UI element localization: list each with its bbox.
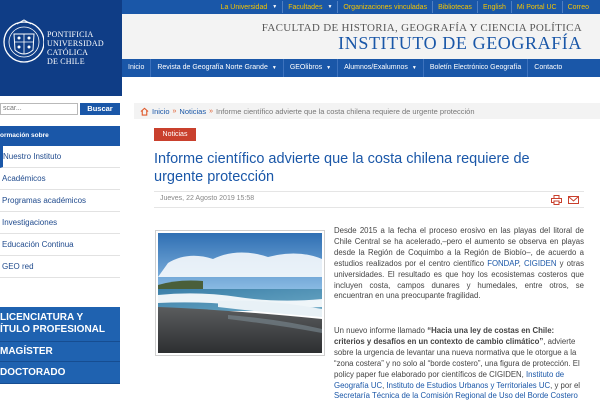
nav-geolibros[interactable]: GEOlibros ▼ (282, 59, 337, 77)
sidebar-item-investigaciones[interactable]: Investigaciones (0, 212, 120, 234)
nav-inicio[interactable]: Inicio (122, 59, 150, 77)
chevron-down-icon: ▼ (271, 65, 277, 71)
chevron-down-icon: ▼ (411, 65, 417, 71)
top-links: La Universidad ▼ Facultades ▼ Organizacion… (216, 1, 594, 13)
doctorado-button[interactable]: DOCTORADO (0, 362, 120, 384)
search-button[interactable]: Buscar (80, 103, 120, 115)
breadcrumb-home[interactable]: Inicio (152, 107, 170, 116)
chevron-down-icon: ▼ (327, 4, 333, 10)
top-link-organizaciones[interactable]: Organizaciones vinculadas (337, 1, 432, 13)
search-input[interactable]: scar... (0, 103, 78, 115)
top-link-universidad[interactable]: La Universidad ▼ (216, 1, 283, 13)
nav-boletin[interactable]: Boletín Electrónico Geografía (422, 59, 527, 77)
sidebar-title: ormación sobre (0, 126, 120, 146)
sidebar-item-nuestro-instituto[interactable]: Nuestro Instituto (0, 146, 120, 168)
nav-contacto[interactable]: Contacto (527, 59, 568, 77)
sidebar-item-geo-red[interactable]: GEO red (0, 256, 120, 278)
chevron-down-icon: ▼ (326, 65, 332, 71)
cigiden-link[interactable]: CIGIDEN (524, 259, 557, 268)
magister-button[interactable]: MAGÍSTER (0, 342, 120, 362)
breadcrumb-noticias[interactable]: Noticias (179, 107, 206, 116)
print-icon[interactable] (551, 195, 562, 205)
article-meta: Jueves, 22 Agosto 2019 15:58 (154, 191, 584, 208)
chevron-down-icon: ▼ (272, 4, 278, 10)
chevron-right-icon: » (209, 107, 214, 115)
article-paragraph-1: Desde 2015 a la fecha el proceso erosivo… (334, 226, 584, 301)
email-icon[interactable] (568, 195, 579, 205)
fondap-link[interactable]: FONDAP (487, 259, 518, 268)
sidebar-item-academicos[interactable]: Académicos (0, 168, 120, 190)
secretaria-tecnica-link[interactable]: Secretaría Técnica de la Comisión Region… (334, 391, 578, 400)
sidebar-item-programas[interactable]: Programas académicos (0, 190, 120, 212)
sidebar-item-educacion-continua[interactable]: Educación Continua (0, 234, 120, 256)
top-link-correo[interactable]: Correo (561, 1, 594, 13)
nav-revista[interactable]: Revista de Geografía Norte Grande ▼ (150, 59, 282, 77)
university-logo[interactable]: PONTIFICIA UNIVERSIDAD CATÓLICA DE CHILE (0, 0, 122, 96)
search-bar: scar... Buscar (0, 103, 120, 115)
main-nav: Inicio Revista de Geografía Norte Grande… (122, 59, 600, 77)
article-date: Jueves, 22 Agosto 2019 15:58 (160, 195, 255, 202)
top-link-bibliotecas[interactable]: Bibliotecas (432, 1, 477, 13)
university-seal-icon (3, 19, 44, 63)
sidebar-menu: Nuestro Instituto Académicos Programas a… (0, 146, 120, 278)
licenciatura-button[interactable]: LICENCIATURA Y ÍTULO PROFESIONAL (0, 307, 120, 342)
institute-name[interactable]: INSTITUTO DE GEOGRAFÍA (338, 33, 582, 54)
top-link-mi-portal[interactable]: Mi Portal UC (510, 1, 562, 13)
instituto-estudios-urbanos-link[interactable]: Instituto de Estudios Urbanos y Territor… (386, 381, 550, 390)
article-paragraph-2: Un nuevo informe llamado “Hacia una ley … (154, 326, 584, 400)
article-title: Informe científico advierte que la costa… (154, 151, 530, 185)
site-header: FACULTAD DE HISTORIA, GEOGRAFÍA Y CIENCI… (122, 14, 600, 59)
chevron-right-icon: » (172, 107, 177, 115)
top-link-english[interactable]: English (476, 1, 511, 13)
category-tag[interactable]: Noticias (154, 128, 196, 141)
university-name: PONTIFICIA UNIVERSIDAD CATÓLICA DE CHILE (47, 30, 104, 66)
nav-alumnos[interactable]: Alumnos/Exalumnos ▼ (337, 59, 423, 77)
breadcrumb-current: Informe científico advierte que la costa… (216, 106, 475, 116)
home-icon (140, 107, 149, 116)
top-link-facultades[interactable]: Facultades ▼ (282, 1, 337, 13)
breadcrumb: Inicio » Noticias » Informe científico a… (134, 103, 600, 119)
